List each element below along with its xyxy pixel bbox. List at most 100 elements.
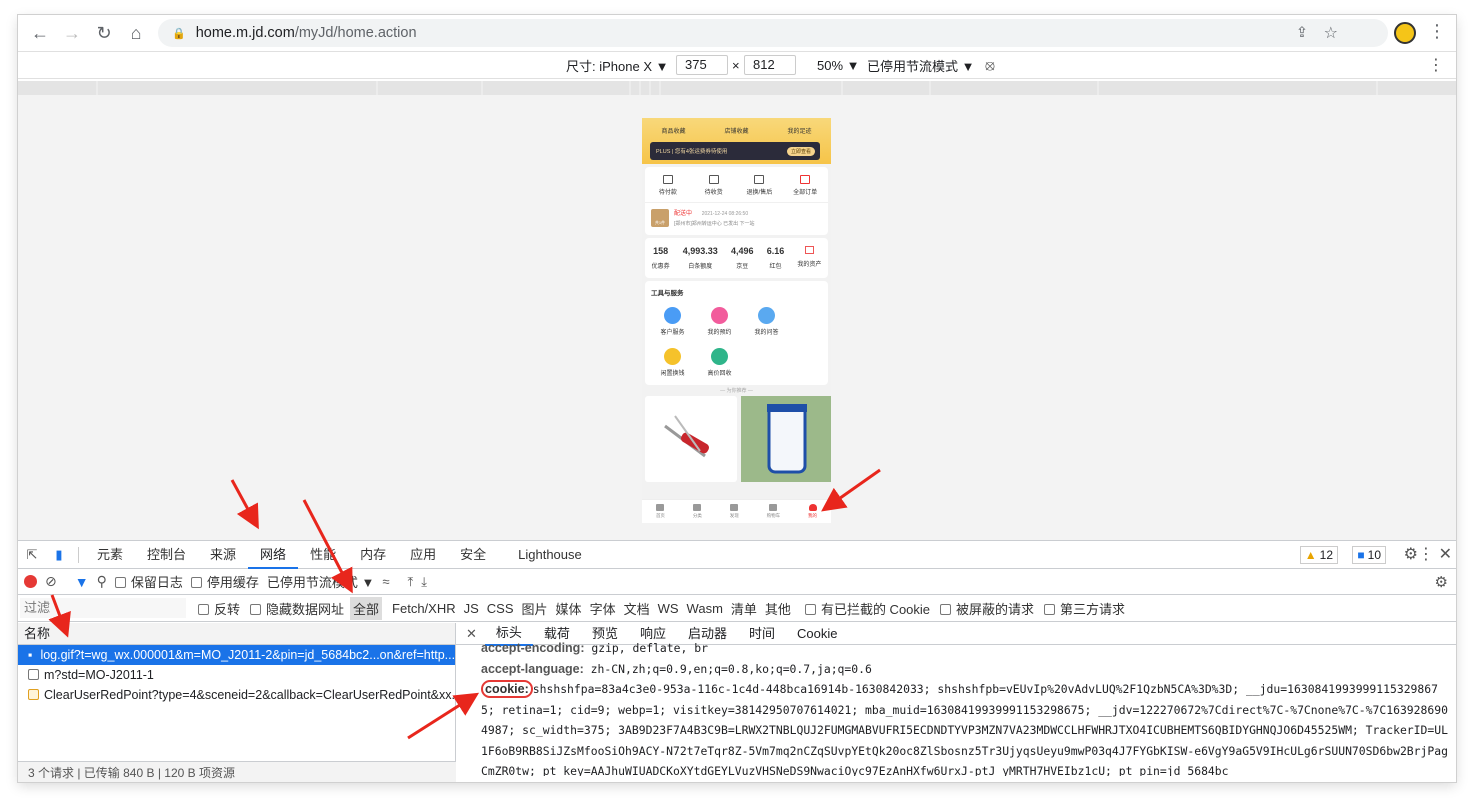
tab-category[interactable]: 分类	[693, 504, 702, 519]
type-ws[interactable]: WS	[658, 601, 679, 616]
order-pending-pay[interactable]: 待付款	[648, 175, 688, 196]
inspect-icon[interactable]: ⇱	[18, 547, 46, 563]
filter-input[interactable]: 过滤	[20, 598, 186, 618]
type-wasm[interactable]: Wasm	[687, 601, 723, 616]
blocked-requests-checkbox[interactable]: 被屏蔽的请求	[940, 599, 1034, 618]
zoom-select[interactable]: 50% ▼	[817, 58, 860, 73]
rotate-icon[interactable]: ⦻	[985, 57, 995, 74]
network-settings-icon[interactable]: ⚙	[1435, 573, 1448, 591]
invert-checkbox[interactable]: 反转	[198, 599, 240, 618]
plus-button[interactable]: 立即查看	[786, 147, 815, 156]
request-row[interactable]: ▪ log.gif?t=wg_wx.000001&m=MO_J2011-2&pin…	[18, 645, 455, 665]
messages-badge[interactable]: ■ 10	[1352, 546, 1386, 564]
type-fetch[interactable]: Fetch/XHR	[392, 601, 456, 616]
browser-menu-icon[interactable]: ⋮	[1428, 21, 1446, 42]
height-input[interactable]: 812	[744, 55, 796, 75]
name-column-header[interactable]: 名称	[18, 623, 455, 645]
devtools-more-icon[interactable]: ⋮	[1418, 544, 1434, 564]
type-font[interactable]: 字体	[590, 599, 616, 618]
type-img[interactable]: 图片	[522, 599, 548, 618]
order-returns[interactable]: 退换/售后	[739, 175, 779, 196]
shipping-row[interactable]: 共1件 配送中 2021-12-24 08:26:50 [郑州市]郑州转运中心 …	[645, 202, 828, 235]
type-media[interactable]: 媒体	[556, 599, 582, 618]
disable-cache-checkbox[interactable]: 停用缓存	[190, 572, 259, 591]
tab-mine[interactable]: 我的	[808, 504, 817, 519]
profile-avatar[interactable]	[1394, 22, 1416, 44]
type-css[interactable]: CSS	[487, 601, 514, 616]
head-item[interactable]: 我的足迹	[787, 126, 811, 135]
head-item[interactable]: 店铺收藏	[724, 126, 748, 135]
tab-discover[interactable]: 发现	[730, 504, 739, 519]
type-all[interactable]: 全部	[350, 596, 383, 620]
clear-icon[interactable]: ⊘	[45, 573, 57, 590]
tool-booking[interactable]: 我的预约	[696, 303, 743, 336]
width-input[interactable]: 375	[676, 55, 728, 75]
asset-mine[interactable]: 我的资产	[797, 246, 821, 270]
filter-icon[interactable]: ▼	[75, 574, 89, 590]
throttle-dropdown[interactable]: 已停用节流模式 ▼	[267, 572, 375, 591]
grid-icon	[693, 504, 702, 511]
media-query-bar[interactable]	[18, 81, 1456, 95]
request-row[interactable]: m?std=MO-J2011-1	[18, 665, 455, 685]
tab-memory[interactable]: 内存	[348, 541, 398, 569]
import-icon[interactable]: ⤒	[408, 574, 414, 590]
device-select[interactable]: 尺寸: iPhone X ▼	[566, 56, 669, 75]
home-icon[interactable]: ⌂	[120, 17, 152, 49]
request-row[interactable]: ClearUserRedPoint?type=4&sceneid=2&callb…	[18, 685, 455, 705]
tab-application[interactable]: 应用	[398, 541, 448, 569]
tab-sources[interactable]: 来源	[198, 541, 248, 569]
asset-baitiao[interactable]: 4,993.33 白条额度	[683, 246, 718, 270]
order-pending-receive[interactable]: 待收货	[694, 175, 734, 196]
record-icon[interactable]	[24, 575, 37, 588]
product-card[interactable]	[645, 396, 737, 482]
warnings-badge[interactable]: ▲ 12	[1299, 546, 1338, 564]
forward-icon[interactable]: →	[56, 17, 88, 49]
asset-coupons[interactable]: 158 优惠券	[652, 246, 670, 270]
asset-jingdou[interactable]: 4,496 京豆	[731, 246, 754, 270]
device-toggle-icon[interactable]: ▮	[46, 547, 72, 563]
wifi-icon[interactable]: ≈	[382, 574, 389, 589]
star-icon[interactable]: ☆	[1324, 23, 1338, 43]
export-icon[interactable]: ⤓	[421, 574, 427, 590]
address-bar[interactable]: 🔒 home.m.jd.com/myJd/home.action ⇪ ☆	[158, 19, 1388, 47]
head-item[interactable]: 商品收藏	[661, 126, 685, 135]
device-more-icon[interactable]: ⋮	[1428, 55, 1444, 75]
type-js[interactable]: JS	[464, 601, 479, 616]
share-icon[interactable]: ⇪	[1296, 25, 1308, 41]
type-doc[interactable]: 文档	[624, 599, 650, 618]
tab-security[interactable]: 安全	[448, 541, 498, 569]
order-all[interactable]: 全部订单	[785, 175, 825, 196]
warnings-count: 12	[1319, 548, 1333, 562]
plus-banner[interactable]: PLUS | 您有4张运费券待使用 立即查看	[650, 142, 820, 160]
tool-qa[interactable]: 我的问答	[743, 303, 790, 336]
tool-recycle[interactable]: 高价回收	[696, 344, 743, 377]
gear-icon[interactable]: ⚙	[1404, 544, 1418, 564]
tab-lighthouse[interactable]: Lighthouse	[506, 541, 594, 569]
back-icon[interactable]: ←	[24, 17, 56, 49]
tab-performance[interactable]: 性能	[298, 541, 348, 569]
tab-elements[interactable]: 元素	[85, 541, 135, 569]
tool-resell[interactable]: 闲置换钱	[649, 344, 696, 377]
tab-console[interactable]: 控制台	[135, 541, 198, 569]
tab-network[interactable]: 网络	[248, 541, 299, 569]
tab-cart[interactable]: 购物车	[767, 504, 780, 519]
reload-icon[interactable]: ↻	[88, 17, 120, 49]
tab-home[interactable]: 首页	[656, 504, 665, 519]
asset-redpacket[interactable]: 6.16 红包	[767, 246, 785, 270]
search-icon[interactable]: ⚲	[97, 573, 107, 590]
hide-data-urls-checkbox[interactable]: 隐藏数据网址	[250, 599, 344, 618]
blocked-cookies-checkbox[interactable]: 有已拦截的 Cookie	[804, 599, 930, 618]
tool-service[interactable]: 客户服务	[649, 303, 696, 336]
throttle-select[interactable]: 已停用节流模式 ▼	[867, 56, 975, 75]
type-manifest[interactable]: 清单	[731, 599, 757, 618]
product-card[interactable]	[741, 396, 831, 482]
close-icon[interactable]: ✕	[1439, 544, 1452, 564]
preserve-log-checkbox[interactable]: 保留日志	[114, 572, 183, 591]
order-label: 全部订单	[793, 190, 818, 196]
type-other[interactable]: 其他	[765, 599, 791, 618]
third-party-label: 第三方请求	[1060, 601, 1126, 617]
detail-tab-cookies[interactable]: Cookie	[786, 623, 848, 645]
headers-scroll[interactable]: accept-encoding: gzip, deflate, br accep…	[456, 638, 1456, 776]
detail-tab-timing[interactable]: 时间	[738, 623, 786, 645]
third-party-checkbox[interactable]: 第三方请求	[1044, 599, 1125, 618]
